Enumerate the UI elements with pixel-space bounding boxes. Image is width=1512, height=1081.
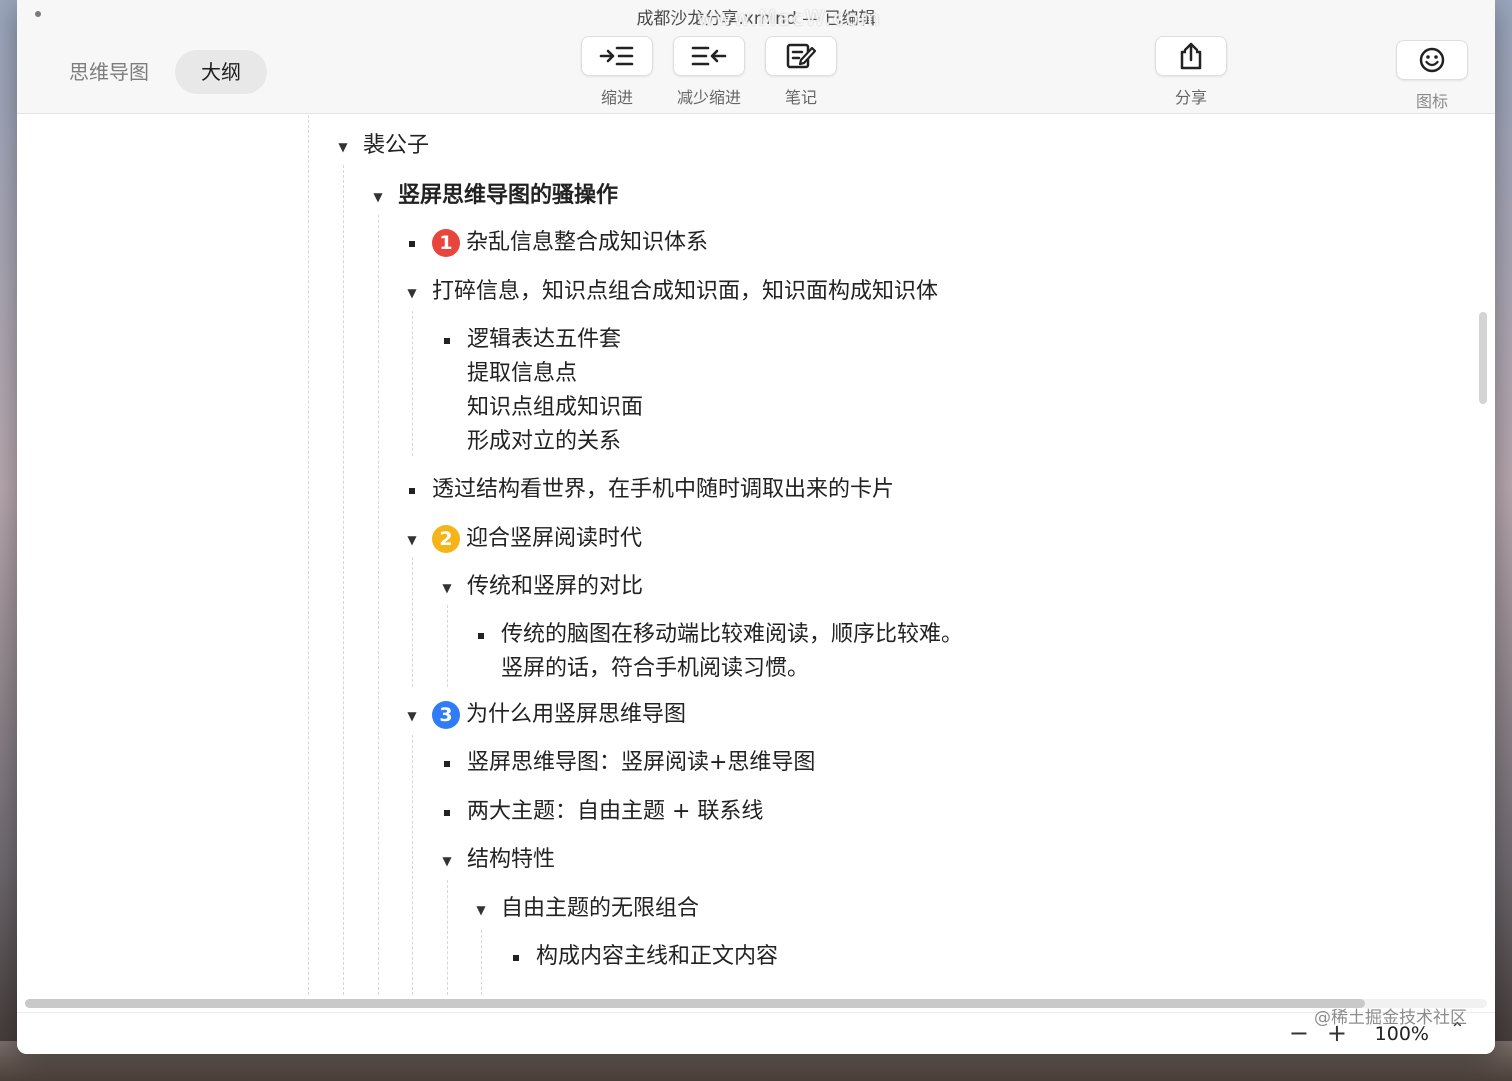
vertical-scrollbar[interactable]	[1479, 312, 1487, 404]
watermark: www.MacW.com	[697, 6, 882, 30]
priority-2-icon: 2	[432, 525, 460, 553]
indent-button[interactable]: 缩进	[580, 36, 654, 108]
collapse-toggle-icon[interactable]: ▼	[400, 704, 424, 728]
zoom-out-button[interactable]: −	[1289, 1019, 1309, 1047]
outdent-button[interactable]: 减少缩进	[672, 36, 746, 108]
outdent-icon	[691, 46, 727, 66]
bullet-icon	[435, 329, 459, 353]
outline-row-item2[interactable]: ▼ 打碎信息，知识点组合成知识面，知识面构成知识体	[400, 275, 938, 309]
guide-line	[481, 930, 482, 995]
credit-watermark: @稀土掘金技术社区	[1314, 1008, 1467, 1028]
outline-row-root[interactable]: ▼ 裴公子	[331, 129, 429, 163]
outline-row-item1[interactable]: 1 杂乱信息整合成知识体系	[400, 226, 708, 260]
share-button[interactable]: 分享	[1154, 36, 1228, 108]
share-label: 分享	[1174, 88, 1207, 107]
outline-row-item4-child[interactable]: ▼ 传统和竖屏的对比	[435, 570, 643, 604]
indent-icon	[599, 46, 634, 66]
topic-text[interactable]: 迎合竖屏阅读时代	[466, 522, 642, 556]
collapse-toggle-icon[interactable]: ▼	[400, 281, 424, 305]
indent-label: 缩进	[600, 88, 633, 107]
topic-text[interactable]: 裴公子	[363, 129, 429, 163]
bullet-icon	[469, 624, 493, 648]
outline-row-topic[interactable]: ▼ 竖屏思维导图的骚操作	[366, 179, 618, 213]
guide-line	[447, 880, 448, 995]
topic-text[interactable]: 传统和竖屏的对比	[467, 570, 643, 604]
guide-line	[412, 557, 413, 687]
guide-line	[447, 605, 448, 687]
bullet-icon	[400, 479, 424, 503]
guide-line	[308, 115, 309, 995]
outline-row-item5-child3-leaf[interactable]: 构成内容主线和正文内容	[504, 940, 778, 974]
collapse-toggle-icon[interactable]: ▼	[366, 185, 390, 209]
topic-text[interactable]: 结构特性	[467, 843, 555, 877]
outline-row-item2-child[interactable]: 逻辑表达五件套 提取信息点 知识点组成知识面 形成对立的关系	[435, 323, 643, 459]
horizontal-scrollbar[interactable]	[25, 999, 1365, 1008]
outline-row-item5-child3[interactable]: ▼ 结构特性	[435, 843, 555, 877]
topic-text[interactable]: 两大主题：自由主题 + 联系线	[467, 795, 763, 829]
topic-text[interactable]: 竖屏思维导图的骚操作	[398, 179, 618, 213]
outline-row-item4[interactable]: ▼ 2 迎合竖屏阅读时代	[400, 522, 642, 556]
collapse-toggle-icon[interactable]: ▼	[435, 849, 459, 873]
topic-text[interactable]: 打碎信息，知识点组合成知识面，知识面构成知识体	[432, 275, 938, 309]
collapse-toggle-icon[interactable]: ▼	[400, 528, 424, 552]
tab-mindmap[interactable]: 思维导图	[57, 50, 161, 94]
guide-line	[378, 215, 379, 995]
topic-text[interactable]: 传统的脑图在移动端比较难阅读，顺序比较难。 竖屏的话，符合手机阅读习惯。	[501, 618, 963, 686]
topic-text[interactable]: 为什么用竖屏思维导图	[466, 698, 686, 732]
view-switch: 思维导图 大纲	[57, 50, 267, 94]
topic-text[interactable]: 自由主题的无限组合	[501, 892, 699, 926]
icon-label: 图标	[1415, 92, 1448, 111]
guide-line	[343, 165, 344, 995]
priority-1-icon: 1	[432, 229, 460, 257]
collapse-toggle-icon[interactable]: ▼	[331, 135, 355, 159]
tab-outline[interactable]: 大纲	[175, 50, 267, 94]
topic-text[interactable]: 透过结构看世界，在手机中随时调取出来的卡片	[432, 473, 894, 507]
smiley-icon	[1419, 47, 1445, 73]
outdent-label: 减少缩进	[676, 88, 741, 107]
guide-line	[412, 735, 413, 995]
share-icon	[1180, 42, 1202, 70]
guide-line	[412, 311, 413, 456]
bullet-icon	[435, 801, 459, 825]
topic-text[interactable]: 竖屏思维导图：竖屏阅读+思维导图	[467, 746, 815, 780]
outline-row-item5[interactable]: ▼ 3 为什么用竖屏思维导图	[400, 698, 686, 732]
statusbar: − + 100% ⌃	[17, 1012, 1495, 1054]
titlebar: 成都沙龙分享.xmind — 已编辑 www.MacW.com 思维导图 大纲 …	[17, 0, 1495, 114]
icon-button[interactable]: 图标	[1395, 40, 1469, 112]
outline-editor[interactable]: ▼ 裴公子 ▼ 竖屏思维导图的骚操作 1 杂乱信息整合成知识体系 ▼ 打碎信息，…	[17, 115, 1495, 996]
topic-text[interactable]: 杂乱信息整合成知识体系	[466, 226, 708, 260]
topic-text[interactable]: 构成内容主线和正文内容	[536, 940, 778, 974]
collapse-toggle-icon[interactable]: ▼	[469, 898, 493, 922]
app-window: 成都沙龙分享.xmind — 已编辑 www.MacW.com 思维导图 大纲 …	[17, 0, 1495, 1054]
bullet-icon	[400, 232, 424, 256]
priority-3-icon: 3	[432, 701, 460, 729]
note-label: 笔记	[784, 88, 817, 107]
outline-row-item4-grandchild[interactable]: 传统的脑图在移动端比较难阅读，顺序比较难。 竖屏的话，符合手机阅读习惯。	[469, 618, 963, 686]
topic-text[interactable]: 逻辑表达五件套 提取信息点 知识点组成知识面 形成对立的关系	[467, 323, 643, 459]
note-button[interactable]: 笔记	[764, 36, 838, 108]
outline-row-item5-child1[interactable]: 竖屏思维导图：竖屏阅读+思维导图	[435, 746, 815, 780]
bullet-icon	[504, 946, 528, 970]
bullet-icon	[435, 752, 459, 776]
outline-row-item3[interactable]: 透过结构看世界，在手机中随时调取出来的卡片	[400, 473, 894, 507]
outline-row-item5-child3-sub[interactable]: ▼ 自由主题的无限组合	[469, 892, 699, 926]
collapse-toggle-icon[interactable]: ▼	[435, 576, 459, 600]
outline-row-item5-child2[interactable]: 两大主题：自由主题 + 联系线	[435, 795, 763, 829]
note-icon	[786, 43, 817, 69]
